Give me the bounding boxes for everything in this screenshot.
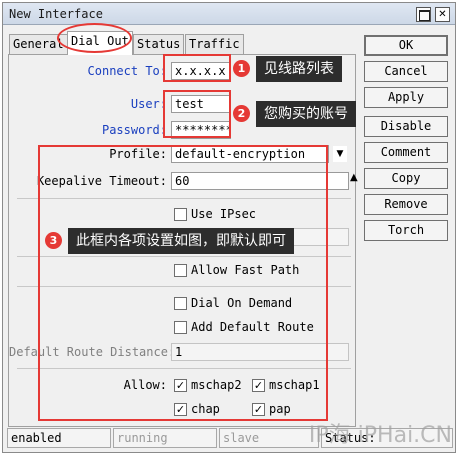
default-settings-highlight bbox=[38, 145, 328, 421]
annotation-callout-1: 见线路列表 bbox=[256, 56, 342, 82]
copy-button[interactable]: Copy bbox=[364, 168, 448, 189]
remove-button[interactable]: Remove bbox=[364, 194, 448, 215]
connect-to-label: Connect To: bbox=[87, 64, 167, 78]
dial-out-tab-highlight bbox=[57, 23, 132, 53]
annotation-badge-3: 3 bbox=[45, 232, 62, 249]
title-bar[interactable]: New Interface ✕ bbox=[3, 3, 455, 25]
status-enabled: enabled bbox=[7, 428, 111, 448]
cancel-button[interactable]: Cancel bbox=[364, 61, 448, 82]
disable-button[interactable]: Disable bbox=[364, 116, 448, 137]
password-label: Password: bbox=[101, 123, 167, 137]
tab-status[interactable]: Status bbox=[133, 34, 185, 54]
comment-button[interactable]: Comment bbox=[364, 142, 448, 163]
close-icon[interactable]: ✕ bbox=[435, 7, 450, 22]
tab-traffic[interactable]: Traffic bbox=[185, 34, 244, 54]
annotation-callout-3: 此框内各项设置如图，即默认即可 bbox=[68, 228, 294, 254]
torch-button[interactable]: Torch bbox=[364, 220, 448, 241]
connect-to-highlight bbox=[163, 54, 231, 82]
status-running: running bbox=[113, 428, 217, 448]
annotation-badge-2: 2 bbox=[233, 105, 250, 122]
maximize-icon[interactable] bbox=[416, 7, 431, 22]
keepalive-collapse-icon[interactable]: ▲ bbox=[350, 172, 358, 184]
profile-dropdown-icon[interactable]: ▼ bbox=[333, 146, 347, 162]
annotation-badge-1: 1 bbox=[233, 60, 250, 77]
apply-button[interactable]: Apply bbox=[364, 87, 448, 108]
window-title: New Interface bbox=[9, 7, 103, 21]
watermark: IP海 iPHai.CN bbox=[308, 423, 452, 448]
user-label: User: bbox=[130, 97, 167, 111]
status-slave: slave bbox=[219, 428, 319, 448]
ok-button[interactable]: OK bbox=[364, 35, 448, 56]
credentials-highlight bbox=[163, 90, 231, 138]
annotation-callout-2: 您购买的账号 bbox=[256, 101, 356, 127]
